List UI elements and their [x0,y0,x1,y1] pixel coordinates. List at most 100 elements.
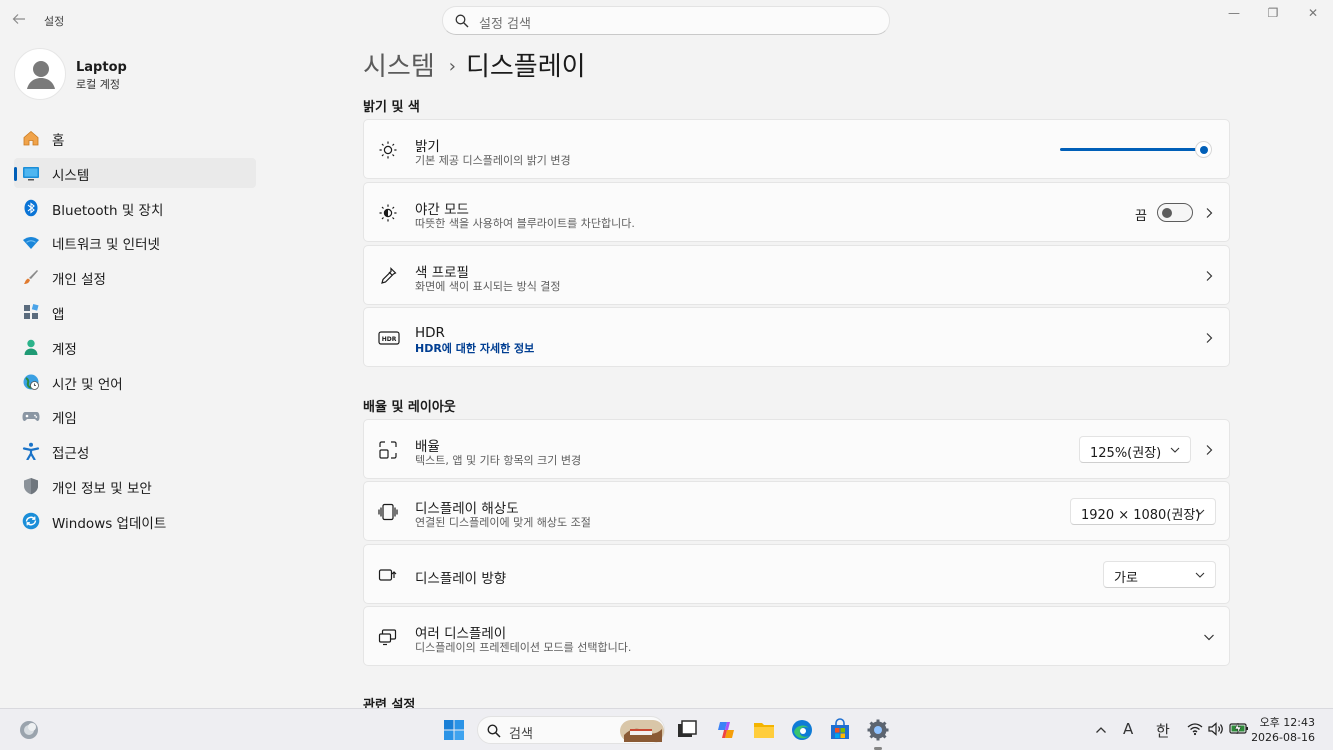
brightness-card: 밝기 기본 제공 디스플레이의 밝기 변경 [363,119,1230,179]
brightness-slider[interactable] [1060,142,1214,158]
sidebar-item-system[interactable]: 시스템 [14,157,256,188]
orientation-dropdown[interactable]: 가로 [1103,561,1216,588]
brush-icon [24,270,38,285]
orientation-card: 디스플레이 방향 가로 [363,544,1230,604]
resolution-dropdown[interactable]: 1920 × 1080(권장) [1070,498,1216,525]
sidebar-item-time-language[interactable]: 시간 및 언어 [14,367,256,397]
sidebar-item-label: Windows 업데이트 [52,515,167,532]
profile-account-type: 로컬 계정 [76,78,120,91]
chevron-down-icon [1195,509,1205,515]
sidebar-nav: 홈 시스템 Bluetooth 및 장치 네트워크 및 인터넷 개인 설정 앱 … [14,123,256,541]
night-light-state-label: 끔 [1135,209,1147,224]
ime-mode-indicator[interactable]: 한 [1156,720,1170,741]
microsoft-store-icon[interactable] [828,718,852,742]
gamepad-icon [22,412,40,422]
scale-card[interactable]: 배율 텍스트, 앱 및 기타 항목의 크기 변경 125%(권장) [363,419,1230,479]
breadcrumb: 시스템 › 디스플레이 [363,46,586,83]
brightness-desc: 기본 제공 디스플레이의 밝기 변경 [415,154,571,167]
title-bar: 설정 설정 검색 — ❐ ✕ [0,0,1333,40]
sidebar-item-label: 개인 설정 [52,272,106,289]
sidebar-item-label: 시간 및 언어 [52,376,123,393]
taskbar-clock[interactable]: 오후 12:43 2026-08-16 [1251,715,1315,745]
minimize-button[interactable]: — [1224,6,1244,22]
sidebar-item-label: 앱 [52,306,65,323]
page-title: 디스플레이 [465,52,586,82]
taskbar-search[interactable]: 검색 [477,716,665,744]
multiple-displays-card[interactable]: 여러 디스플레이 디스플레이의 프레젠테이션 모드를 선택합니다. [363,606,1230,666]
sidebar-item-personalization[interactable]: 개인 설정 [14,262,256,292]
clock-date: 2026-08-16 [1251,731,1315,744]
sidebar-item-label: Bluetooth 및 장치 [52,202,164,219]
back-arrow-icon[interactable] [12,12,30,30]
maximize-button[interactable]: ❐ [1263,6,1283,22]
settings-search-input[interactable]: 설정 검색 [442,6,890,35]
hdr-info-link[interactable]: HDR에 대한 자세한 정보 [415,340,534,356]
shield-icon [24,477,38,495]
accessibility-icon [22,442,40,461]
wifi-status-icon[interactable] [1187,722,1203,736]
resolution-card: 디스플레이 해상도 연결된 디스플레이에 맞게 해상도 조절 1920 × 10… [363,481,1230,541]
volume-icon[interactable] [1208,722,1224,736]
start-button-icon[interactable] [442,718,466,742]
edge-browser-icon[interactable] [790,718,814,742]
sidebar-item-windows-update[interactable]: Windows 업데이트 [14,506,256,536]
search-icon [455,14,469,28]
svg-text:HDR: HDR [382,336,397,343]
brightness-slider-thumb[interactable] [1196,142,1211,157]
sidebar-item-label: 네트워크 및 인터넷 [52,237,160,254]
sidebar-item-network[interactable]: 네트워크 및 인터넷 [14,227,256,257]
input-language-indicator[interactable]: A [1123,720,1133,738]
sidebar-item-label: 계정 [52,341,77,358]
breadcrumb-parent[interactable]: 시스템 [363,52,435,82]
sidebar-item-home[interactable]: 홈 [14,123,256,153]
multiple-displays-desc: 디스플레이의 프레젠테이션 모드를 선택합니다. [415,641,632,654]
sun-icon [379,141,397,159]
sidebar-item-accessibility[interactable]: 접근성 [14,436,256,466]
close-button[interactable]: ✕ [1303,6,1323,22]
sidebar-item-label: 시스템 [52,167,90,184]
apps-icon [24,303,39,319]
taskbar-search-label: 검색 [509,727,533,742]
widgets-icon[interactable] [17,718,41,742]
tray-overflow-chevron-icon[interactable] [1095,725,1107,735]
app-title: 설정 [44,15,65,28]
sidebar-item-label: 홈 [52,133,65,149]
chevron-down-icon [1204,634,1214,641]
resolution-dropdown-value: 1920 × 1080(권장) [1081,508,1201,523]
chevron-right-icon [1206,271,1213,281]
clock-time: 오후 12:43 [1259,716,1315,729]
color-profile-card[interactable]: 색 프로필 화면에 색이 표시되는 방식 결정 [363,245,1230,305]
home-icon [23,130,39,146]
chevron-right-icon [1206,208,1213,218]
scale-desc: 텍스트, 앱 및 기타 항목의 크기 변경 [415,454,582,467]
copilot-icon[interactable] [714,718,738,742]
resolution-icon [378,503,398,521]
search-placeholder: 설정 검색 [479,17,531,32]
scale-dropdown[interactable]: 125%(권장) [1079,436,1191,463]
sidebar-item-gaming[interactable]: 게임 [14,401,256,431]
file-explorer-icon[interactable] [752,718,776,742]
user-avatar-icon [27,61,55,89]
globe-clock-icon [23,374,39,390]
hdr-card[interactable]: HDR HDR HDR에 대한 자세한 정보 [363,307,1230,367]
breadcrumb-separator-icon: › [448,56,456,77]
avatar[interactable] [14,48,66,100]
chevron-down-icon [1170,447,1180,453]
color-profile-desc: 화면에 색이 표시되는 방식 결정 [415,280,561,293]
night-light-card[interactable]: 야간 모드 따뜻한 색을 사용하여 블루라이트를 차단합니다. 끔 [363,182,1230,242]
taskbar: 검색 A 한 오후 12:43 2026-08-16 [0,708,1333,750]
sidebar-item-label: 접근성 [52,446,90,463]
multiple-displays-icon [378,629,397,646]
resolution-desc: 연결된 디스플레이에 맞게 해상도 조절 [415,516,591,529]
sidebar-item-apps[interactable]: 앱 [14,297,256,327]
sidebar-item-bluetooth[interactable]: Bluetooth 및 장치 [14,193,256,223]
brightness-slider-track [1060,148,1204,151]
orientation-dropdown-value: 가로 [1114,571,1138,586]
battery-charging-icon[interactable] [1229,721,1249,735]
settings-gear-icon[interactable] [866,718,890,742]
account-icon [24,339,38,355]
sidebar-item-privacy[interactable]: 개인 정보 및 보안 [14,471,256,501]
task-view-icon[interactable] [675,718,699,742]
sidebar-item-accounts[interactable]: 계정 [14,332,256,362]
night-light-toggle[interactable] [1157,203,1193,222]
